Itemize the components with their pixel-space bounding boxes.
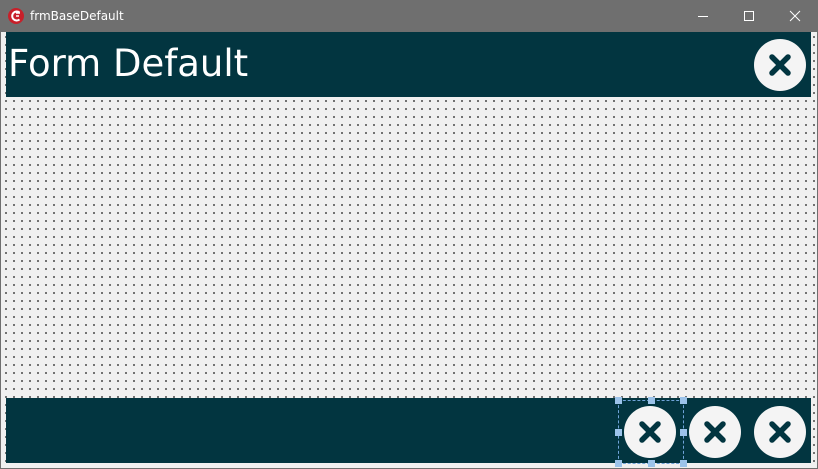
resize-handle[interactable] [680,460,687,467]
close-circle-icon [639,421,661,443]
maximize-button[interactable] [726,0,772,32]
window-close-button[interactable] [772,0,818,32]
resize-handle[interactable] [615,429,622,436]
resize-handle[interactable] [648,460,655,467]
close-circle-icon [769,54,791,76]
maximize-icon [744,11,754,21]
form-title: Form Default [8,42,249,85]
form-design-surface[interactable]: Form Default [1,32,817,468]
footer-close-button-2[interactable] [689,406,741,458]
close-icon [789,10,801,22]
close-circle-icon [704,421,726,443]
resize-handle[interactable] [615,460,622,467]
resize-handle[interactable] [615,397,622,404]
minimize-icon [698,16,708,17]
close-circle-icon [769,421,791,443]
minimize-button[interactable] [680,0,726,32]
app-icon [8,8,24,24]
footer-panel[interactable] [6,397,811,467]
footer-close-button-1[interactable] [624,406,676,458]
header-close-button[interactable] [754,39,806,91]
window-titlebar[interactable]: frmBaseDefault [0,0,818,32]
resize-handle[interactable] [680,429,687,436]
footer-close-button-3[interactable] [754,406,806,458]
resize-handle[interactable] [648,397,655,404]
resize-handle[interactable] [680,397,687,404]
header-panel[interactable]: Form Default [6,32,811,97]
window-title: frmBaseDefault [30,9,124,23]
